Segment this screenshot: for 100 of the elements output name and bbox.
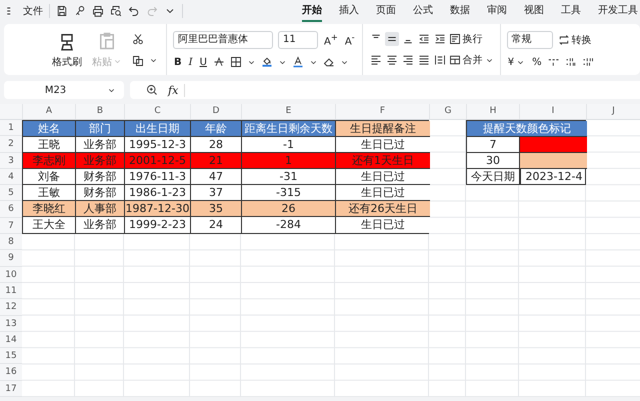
ribbon-tab[interactable]: 公式	[413, 0, 433, 22]
wrap-text-icon	[448, 33, 461, 45]
underline-button[interactable]: U	[198, 56, 208, 68]
row-header[interactable]: 1	[0, 120, 22, 136]
border-icon[interactable]	[230, 56, 242, 68]
header-cell: 生日提醒备注	[336, 121, 430, 136]
copy-icon[interactable]	[132, 54, 144, 66]
file-menu[interactable]: 文件	[23, 4, 43, 18]
number-format-dropdown[interactable]: 常规	[506, 31, 553, 49]
convert-icon	[558, 34, 570, 46]
bold-button[interactable]: B	[173, 56, 183, 68]
ribbon-tab[interactable]: 插入	[339, 0, 359, 22]
align-justify-icon[interactable]	[416, 53, 431, 67]
row-header[interactable]: 7	[0, 218, 22, 234]
align-right-icon[interactable]	[400, 53, 415, 67]
save-icon[interactable]	[56, 5, 68, 17]
clipboard-icon	[97, 30, 117, 50]
row-header[interactable]: 16	[0, 364, 22, 381]
table-cell: 王敏	[23, 185, 76, 200]
fill-bucket-icon[interactable]	[260, 56, 273, 68]
merge-button[interactable]: 合并	[448, 53, 494, 67]
row-header[interactable]: 12	[0, 299, 22, 316]
percent-button[interactable]: %	[531, 56, 543, 68]
format-painter-button[interactable]: 格式刷	[52, 30, 82, 68]
italic-button[interactable]: I	[188, 56, 194, 68]
table-cell-text: 生日已过	[360, 217, 406, 234]
currency-button[interactable]: ¥	[506, 56, 526, 68]
table-cell: 35	[191, 201, 242, 216]
name-box[interactable]: M23	[4, 81, 124, 99]
header-cell: 距离生日剩余天数	[242, 121, 336, 136]
ribbon-tab[interactable]: 审阅	[487, 0, 507, 22]
row-header[interactable]: 11	[0, 282, 22, 300]
print-preview-icon[interactable]	[110, 5, 122, 17]
table-cell: 24	[191, 217, 242, 234]
table-cell: 1	[242, 153, 336, 168]
column-header[interactable]: A	[22, 104, 75, 119]
align-middle-icon[interactable]	[384, 32, 399, 46]
table-cell: 1987-12-30	[125, 201, 191, 216]
row-header[interactable]: 8	[0, 234, 22, 250]
font-name-dropdown[interactable]: 阿里巴巴普惠体	[173, 31, 273, 49]
ribbon-tab[interactable]: 视图	[524, 0, 544, 22]
merge-cells-icon	[448, 54, 461, 66]
table-cell: 今天日期	[467, 169, 520, 184]
scissors-icon[interactable]	[132, 32, 144, 44]
column-header[interactable]: E	[241, 104, 335, 119]
eraser-icon[interactable]	[322, 56, 335, 68]
table-cell: -31	[242, 169, 336, 184]
column-header[interactable]: F	[335, 104, 429, 119]
row-header[interactable]: 17	[0, 380, 22, 398]
print-icon[interactable]	[92, 5, 104, 17]
table-cell: 业务部	[76, 153, 125, 168]
header-cell: 姓名	[23, 121, 76, 136]
row-header[interactable]: 3	[0, 152, 22, 169]
row-header[interactable]: 5	[0, 185, 22, 202]
table-cell-text: 还有1天生日	[351, 153, 415, 168]
row-header[interactable]: 6	[0, 201, 22, 218]
formula-field[interactable]: fx	[130, 81, 640, 99]
column-header[interactable]: G	[429, 104, 466, 119]
align-left-icon[interactable]	[368, 53, 383, 67]
row-header[interactable]: 2	[0, 136, 22, 153]
ribbon-tab[interactable]: 页面	[376, 0, 396, 22]
align-outdent-icon[interactable]	[416, 32, 431, 46]
row-header[interactable]: 9	[0, 250, 22, 267]
convert-button[interactable]: 转换	[558, 33, 592, 47]
table-cell: 1995-12-3	[125, 137, 191, 152]
table-cell: 28	[191, 137, 242, 152]
table-cell: 刘备	[23, 169, 76, 184]
column-header[interactable]: H	[466, 104, 519, 119]
row-header[interactable]: 4	[0, 168, 22, 186]
column-header[interactable]: D	[190, 104, 241, 119]
ribbon-tab[interactable]: 开始	[302, 0, 322, 22]
column-header[interactable]: B	[75, 104, 124, 119]
wrap-text-button[interactable]: 换行	[448, 32, 483, 46]
table-cell: 业务部	[76, 137, 125, 152]
align-center-icon[interactable]	[384, 53, 399, 67]
column-header[interactable]: J	[586, 104, 640, 119]
column-header[interactable]: I	[519, 104, 586, 119]
table-cell: 1999-2-23	[125, 217, 191, 234]
header-cell: 部门	[76, 121, 125, 136]
strikethrough-icon[interactable]	[212, 56, 225, 68]
row-header[interactable]: 13	[0, 316, 22, 332]
ribbon-tab[interactable]: 数据	[450, 0, 470, 22]
undo-icon[interactable]	[128, 5, 140, 17]
table-cell: 业务部	[76, 217, 125, 234]
table-cell: 1976-11-3	[125, 169, 191, 184]
align-distributed-icon[interactable]	[432, 53, 447, 67]
table-cell: -315	[242, 185, 336, 200]
font-color-icon[interactable]	[292, 56, 304, 68]
row-header[interactable]: 14	[0, 332, 22, 348]
table-cell-text: 还有26天生日	[348, 201, 418, 216]
row-header[interactable]: 15	[0, 348, 22, 364]
font-size-dropdown[interactable]: 11	[278, 31, 318, 49]
column-header[interactable]: C	[124, 104, 190, 119]
table-cell: -1	[242, 137, 336, 152]
decrease-font-button[interactable]: A$^{-}$	[344, 32, 356, 48]
ribbon-tab[interactable]: 工具	[561, 0, 581, 22]
row-header[interactable]: 10	[0, 266, 22, 283]
align-indent-icon[interactable]	[432, 32, 447, 46]
increase-font-button[interactable]: A$^{+}$	[323, 32, 339, 48]
ribbon-tab[interactable]: 开发工具	[598, 0, 638, 22]
